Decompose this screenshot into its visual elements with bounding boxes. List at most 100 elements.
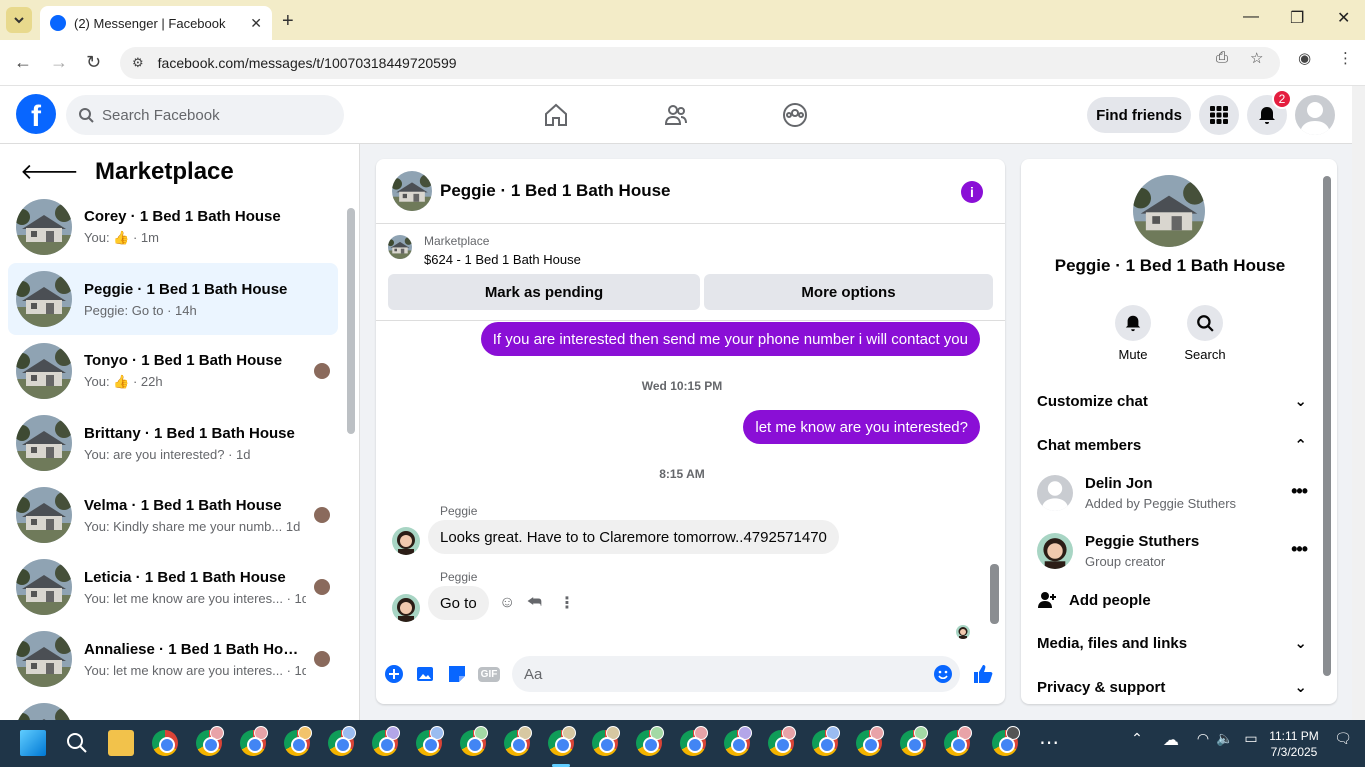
search-in-chat-button[interactable]: Search <box>1175 305 1235 362</box>
chrome-taskbar-icon[interactable] <box>328 726 356 756</box>
react-emoji-icon[interactable]: ☺ <box>499 594 515 612</box>
facebook-logo[interactable]: f <box>16 94 56 134</box>
back-button[interactable]: ← <box>14 52 32 73</box>
friends-icon[interactable] <box>661 100 691 130</box>
member-avatar[interactable] <box>1037 475 1073 511</box>
chrome-taskbar-icon[interactable] <box>944 726 972 756</box>
media-files-row[interactable]: Media, files and links ⌄ <box>1037 634 1307 653</box>
chrome-taskbar-icon[interactable] <box>992 726 1020 756</box>
conversation-item[interactable]: Velma · 1 Bed 1 Bath House You: Kindly sh… <box>8 479 338 551</box>
conversation-item[interactable]: Brittany · 1 Bed 1 Bath House You: are yo… <box>8 407 338 479</box>
profile-icon[interactable]: ◉ <box>1298 49 1311 67</box>
apps-menu-button[interactable] <box>1199 95 1239 135</box>
windows-start-icon[interactable] <box>20 730 46 756</box>
chrome-taskbar-icon[interactable] <box>504 726 532 756</box>
chrome-taskbar-icon[interactable] <box>680 726 708 756</box>
conversation-item[interactable]: Tonyo · 1 Bed 1 Bath House You: 👍 · 22h <box>8 335 338 407</box>
chrome-taskbar-icon[interactable] <box>636 726 664 756</box>
conversation-item[interactable]: Corey · 1 Bed 1 Bath House You: 👍 · 1m <box>8 191 338 263</box>
privacy-support-row[interactable]: Privacy & support ⌄ <box>1037 678 1307 697</box>
peggie-avatar[interactable] <box>392 594 420 622</box>
conversation-item[interactable]: Peggie · 1 Bed 1 Bath House Peggie: Go to… <box>8 263 338 335</box>
chrome-taskbar-icon[interactable] <box>724 726 752 756</box>
battery-icon[interactable]: ▭ <box>1238 730 1264 756</box>
member-row[interactable]: Delin Jon Added by Peggie Stuthers ••• <box>1037 475 1308 515</box>
close-window-button[interactable]: ✕ <box>1337 8 1350 28</box>
clock-date[interactable]: 7/3/2025 <box>1266 745 1322 759</box>
sidebar-scroll-thumb[interactable] <box>347 208 355 434</box>
peggie-avatar[interactable] <box>392 527 420 555</box>
chrome-taskbar-icon[interactable] <box>856 726 884 756</box>
more-actions-icon[interactable]: ⋮ <box>559 593 575 613</box>
chrome-taskbar-icon[interactable] <box>768 726 796 756</box>
outgoing-message[interactable]: If you are interested then send me your … <box>480 322 980 356</box>
file-explorer-icon[interactable] <box>108 730 134 756</box>
chrome-taskbar-icon[interactable] <box>592 726 620 756</box>
listing-small-thumbnail[interactable] <box>388 235 412 259</box>
message-input[interactable] <box>524 665 904 683</box>
gif-icon[interactable]: GIF <box>477 663 501 685</box>
search-input[interactable] <box>102 106 322 124</box>
like-icon[interactable] <box>972 663 994 685</box>
maximize-button[interactable]: ❐ <box>1290 8 1304 28</box>
overflow-icon[interactable]: ⋯ <box>1036 730 1062 756</box>
chat-scroll-thumb[interactable] <box>990 564 999 624</box>
outgoing-message[interactable]: let me know are you interested? <box>743 410 980 444</box>
search-icon[interactable] <box>64 730 90 756</box>
info-icon[interactable]: i <box>961 181 983 203</box>
minimize-button[interactable]: — <box>1243 8 1259 26</box>
chat-title[interactable]: Peggie · 1 Bed 1 Bath House <box>440 181 671 201</box>
details-scrollbar[interactable] <box>1322 164 1332 704</box>
account-avatar[interactable] <box>1295 95 1335 135</box>
sidebar-scrollbar[interactable] <box>347 196 355 720</box>
chrome-taskbar-icon[interactable] <box>284 726 312 756</box>
menu-dots-icon[interactable]: ⋮ <box>1338 49 1353 67</box>
incoming-message[interactable]: Go to <box>428 586 489 620</box>
chrome-taskbar-icon[interactable] <box>240 726 268 756</box>
chrome-taskbar-icon[interactable] <box>372 726 400 756</box>
tab-search-button[interactable] <box>6 7 32 33</box>
plus-icon[interactable] <box>383 663 405 685</box>
conversation-item[interactable]: Beatriz Carolina · 1 Bed 1 Bath <box>8 695 338 720</box>
find-friends-button[interactable]: Find friends <box>1087 97 1191 133</box>
chat-members-row[interactable]: Chat members ⌃ <box>1037 436 1307 455</box>
bookmark-star-icon[interactable]: ☆ <box>1250 49 1263 67</box>
groups-icon[interactable] <box>780 100 810 130</box>
chrome-taskbar-icon[interactable] <box>152 730 178 756</box>
address-bar[interactable]: ⚙ facebook.com/messages/t/10070318449720… <box>120 47 1280 79</box>
home-icon[interactable] <box>541 100 571 130</box>
chrome-taskbar-icon[interactable] <box>416 726 444 756</box>
conversation-item[interactable]: Annaliese · 1 Bed 1 Bath House You: let m… <box>8 623 338 695</box>
reload-button[interactable]: ↻ <box>86 52 101 73</box>
chrome-taskbar-icon[interactable] <box>900 726 928 756</box>
chrome-taskbar-icon[interactable] <box>548 726 576 756</box>
browser-tab[interactable]: (2) Messenger | Facebook ✕ <box>40 6 272 40</box>
chat-scrollbar[interactable] <box>990 324 1000 644</box>
listing-price[interactable]: $624 - 1 Bed 1 Bath House <box>424 252 581 267</box>
message-input-box[interactable] <box>512 656 960 692</box>
member-more-icon[interactable]: ••• <box>1291 539 1308 560</box>
chevron-up-icon[interactable]: ⌃ <box>1124 730 1150 756</box>
details-scroll-thumb[interactable] <box>1323 176 1331 676</box>
reply-icon[interactable]: ⮪ <box>527 594 542 612</box>
member-row[interactable]: Peggie Stuthers Group creator ••• <box>1037 533 1308 573</box>
back-arrow-icon[interactable]: 🡐 <box>20 159 79 185</box>
mark-pending-button[interactable]: Mark as pending <box>388 274 700 310</box>
facebook-search[interactable] <box>66 95 344 135</box>
forward-button[interactable]: → <box>50 52 68 73</box>
chrome-taskbar-icon[interactable] <box>812 726 840 756</box>
conversation-item[interactable]: Leticia · 1 Bed 1 Bath House You: let me … <box>8 551 338 623</box>
site-info-icon[interactable]: ⚙ <box>132 55 144 71</box>
tab-close-icon[interactable]: ✕ <box>250 15 262 32</box>
emoji-icon[interactable] <box>932 663 954 685</box>
notification-center-icon[interactable]: 🗨 <box>1330 730 1356 756</box>
clock-time[interactable]: 11:11 PM <box>1266 729 1322 743</box>
cloud-icon[interactable]: ☁ <box>1158 730 1184 756</box>
sticker-icon[interactable] <box>446 663 468 685</box>
speaker-icon[interactable]: 🔈 <box>1212 730 1238 756</box>
member-more-icon[interactable]: ••• <box>1291 481 1308 502</box>
member-avatar[interactable] <box>1037 533 1073 569</box>
add-people-row[interactable]: Add people <box>1037 590 1307 610</box>
install-app-icon[interactable]: ⎙ <box>1216 49 1228 66</box>
chrome-taskbar-icon[interactable] <box>460 726 488 756</box>
